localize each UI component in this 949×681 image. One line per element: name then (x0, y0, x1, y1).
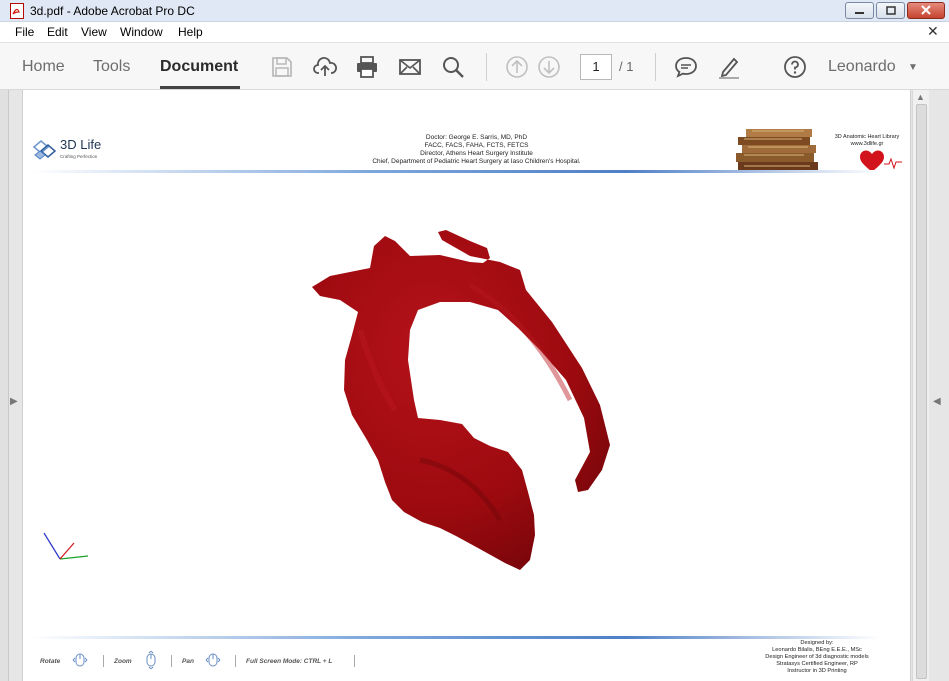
logo-subtitle: Crafting Perfection (60, 154, 98, 159)
footer-separator (354, 655, 355, 667)
restore-icon (886, 6, 896, 15)
tab-home[interactable]: Home (22, 58, 65, 76)
header-line: Director, Athens Heart Surgery Institute (420, 150, 533, 157)
axes-orientation-icon (43, 532, 89, 560)
previous-page-button[interactable] (505, 55, 529, 79)
menu-file[interactable]: File (15, 25, 34, 39)
zoom-label: Zoom (114, 658, 132, 665)
library-line: 3D Anatomic Heart Library (834, 134, 900, 140)
credit-line: Instructor in 3D Printing (787, 668, 847, 674)
vertical-scrollbar[interactable]: ▲ (912, 90, 929, 681)
footer-separator (103, 655, 104, 667)
zoom-mouse-icon (146, 651, 156, 669)
print-button[interactable] (355, 55, 379, 79)
close-window-button[interactable] (907, 2, 945, 19)
save-icon (272, 57, 292, 77)
search-button[interactable] (441, 55, 465, 79)
page-number-input[interactable]: 1 (580, 54, 612, 80)
acrobat-app-icon (10, 3, 24, 19)
3dlife-logo-icon (32, 140, 57, 160)
menu-bar: File Edit View Window Help ✕ (0, 22, 949, 43)
pan-label: Pan (182, 658, 194, 665)
toolbar-separator (486, 53, 487, 81)
designer-credits: Designed by: Leonardo Bilalis, BEng E.E.… (742, 640, 892, 675)
next-page-button[interactable] (537, 55, 561, 79)
arrow-down-circle-icon (538, 56, 560, 78)
fullscreen-hint: Full Screen Mode: CTRL + L (246, 658, 333, 665)
page-total: / 1 (619, 59, 634, 74)
toolbar-separator (655, 53, 656, 81)
active-tab-indicator (160, 86, 240, 89)
comment-button[interactable] (674, 55, 698, 79)
header-line: Chief, Department of Pediatric Heart Sur… (372, 158, 581, 165)
chevron-down-icon: ▼ (908, 62, 918, 73)
help-icon (784, 56, 806, 78)
print-icon (357, 56, 377, 78)
email-button[interactable] (398, 55, 422, 79)
footer-separator (171, 655, 172, 667)
scrollbar-thumb[interactable] (916, 104, 927, 679)
menu-help[interactable]: Help (178, 25, 203, 39)
save-button[interactable] (270, 55, 294, 79)
pan-mouse-icon (205, 653, 221, 667)
credit-line: Leonardo Bilalis, BEng E.E.E., MSc (772, 647, 862, 653)
close-document-button[interactable]: ✕ (927, 23, 939, 40)
header-divider (30, 170, 880, 173)
header-line: Doctor: George E. Sarris, MD, PhD (425, 134, 528, 141)
tab-tools[interactable]: Tools (93, 58, 130, 76)
pen-sign-icon (719, 57, 739, 79)
fill-sign-button[interactable] (717, 55, 741, 79)
expand-left-pane-icon[interactable]: ▶ (10, 396, 18, 407)
upload-button[interactable] (313, 55, 337, 79)
left-pane-collapsed[interactable] (0, 90, 9, 681)
rotate-label: Rotate (40, 658, 61, 665)
rotate-mouse-icon (72, 653, 88, 667)
comment-icon (675, 57, 697, 78)
window-title: 3d.pdf - Adobe Acrobat Pro DC (30, 4, 195, 18)
close-icon (921, 5, 931, 15)
arrow-up-circle-icon (506, 56, 528, 78)
credit-line: Stratasys Certified Engineer, RP (776, 661, 858, 667)
credit-line: Designed by: (800, 640, 834, 646)
menu-edit[interactable]: Edit (47, 25, 68, 39)
menu-view[interactable]: View (81, 25, 107, 39)
menu-window[interactable]: Window (120, 25, 163, 39)
library-line: www.3dlife.gr (850, 141, 884, 147)
logo-title: 3D Life (60, 137, 102, 152)
doctor-credentials: Doctor: George E. Sarris, MD, PhD FACC, … (300, 134, 653, 166)
scroll-up-icon[interactable]: ▲ (916, 92, 925, 102)
maximize-button[interactable] (876, 2, 905, 19)
header-line: FACC, FACS, FAHA, FCTS, FETCS (424, 142, 529, 149)
user-account-menu[interactable]: Leonardo (828, 58, 896, 76)
help-button[interactable] (783, 55, 807, 79)
minimize-icon (855, 12, 864, 14)
window-titlebar: 3d.pdf - Adobe Acrobat Pro DC (0, 0, 949, 22)
credit-line: Design Engineer of 3d diagnostic models (765, 654, 869, 660)
footer-separator (235, 655, 236, 667)
email-icon (399, 59, 421, 75)
library-caption: 3D Anatomic Heart Library www.3dlife.gr (822, 134, 912, 148)
footer-divider (30, 636, 880, 639)
tab-document[interactable]: Document (160, 58, 238, 76)
minimize-button[interactable] (845, 2, 874, 19)
3d-heart-model[interactable] (300, 222, 620, 574)
toolbar: Home Tools Document 1 / 1 Leonardo ▼ (0, 43, 949, 90)
expand-right-pane-icon[interactable]: ◀ (933, 396, 941, 407)
right-pane-collapsed[interactable] (929, 90, 949, 681)
search-icon (443, 57, 464, 78)
cloud-upload-icon (313, 57, 337, 76)
